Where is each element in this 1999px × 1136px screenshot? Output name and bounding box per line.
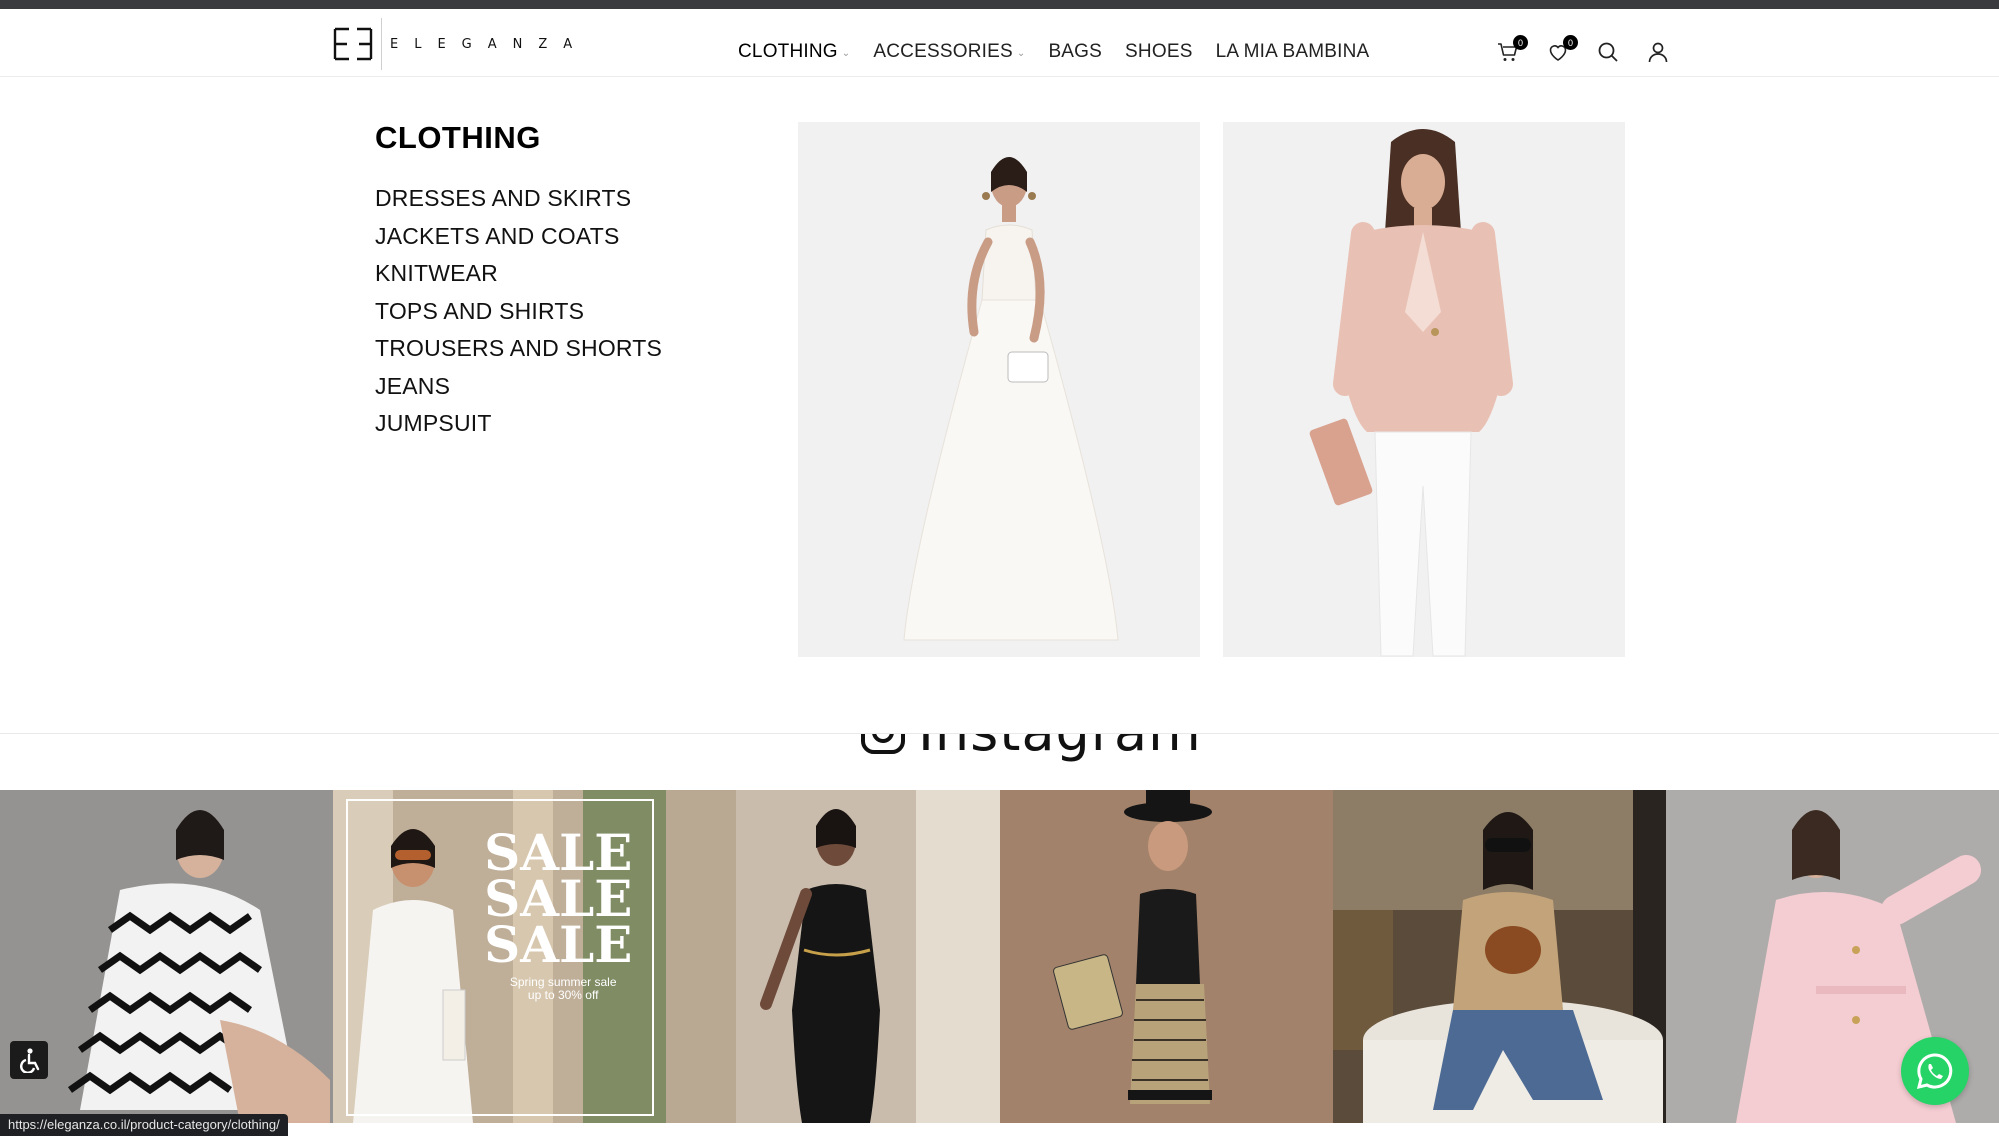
instagram-post[interactable] <box>0 790 334 1123</box>
nav-item-clothing[interactable]: CLOTHING ⌄ <box>738 41 850 63</box>
nav-item-accessories[interactable]: ACCESSORIES ⌄ <box>873 41 1025 63</box>
chevron-down-icon: ⌄ <box>1016 47 1026 59</box>
browser-status-url: https://eleganza.co.il/product-category/… <box>0 1114 288 1136</box>
nav-label: CLOTHING <box>738 41 838 62</box>
site-logo[interactable]: ELEGANZA <box>333 18 589 70</box>
mega-menu-item-trousers-and-shorts[interactable]: TROUSERS AND SHORTS <box>375 330 662 368</box>
instagram-post-image <box>1332 790 1666 1123</box>
accessibility-button[interactable] <box>10 1041 48 1079</box>
nav-label: BAGS <box>1048 41 1103 62</box>
instagram-gallery: SALE SALE SALE Spring summer sale up to … <box>0 790 1999 1123</box>
instagram-post-image <box>666 790 1000 1123</box>
model-white-gown-image <box>798 122 1200 657</box>
nav-label: LA MIA BAMBINA <box>1215 41 1370 62</box>
sale-sub-line: up to 30% off <box>527 988 599 1002</box>
mega-menu-item-tops-and-shirts[interactable]: TOPS AND SHIRTS <box>375 293 662 331</box>
chevron-down-icon: ⌄ <box>841 47 851 59</box>
instagram-post[interactable] <box>1332 790 1666 1123</box>
instagram-post[interactable] <box>999 790 1333 1123</box>
whatsapp-chat-button[interactable] <box>1901 1037 1969 1105</box>
whatsapp-icon <box>1916 1053 1953 1090</box>
instagram-post[interactable] <box>666 790 1000 1123</box>
model-tweed-jacket-image <box>1223 122 1625 657</box>
mega-menu-list: DRESSES AND SKIRTS JACKETS AND COATS KNI… <box>375 180 662 443</box>
nav-item-la-mia-bambina[interactable]: LA MIA BAMBINA <box>1216 41 1370 63</box>
account-button[interactable] <box>1644 38 1672 66</box>
wishlist-button[interactable]: 0 <box>1544 35 1578 66</box>
site-header: ELEGANZA CLOTHING ⌄ ACCESSORIES ⌄ BAGS S… <box>0 9 1999 77</box>
nav-item-shoes[interactable]: SHOES <box>1125 41 1193 63</box>
promo-image-tweed-jacket[interactable] <box>1223 122 1625 657</box>
browser-top-strip <box>0 0 1999 9</box>
logo-mark-icon <box>333 27 373 61</box>
cart-count-badge: 0 <box>1513 35 1528 50</box>
main-nav: CLOTHING ⌄ ACCESSORIES ⌄ BAGS SHOES LA M… <box>738 18 1369 86</box>
sale-banner-text: SALE SALE SALE <box>484 828 633 974</box>
accessibility-icon <box>20 1048 40 1073</box>
mega-menu-item-dresses-and-skirts[interactable]: DRESSES AND SKIRTS <box>375 180 662 218</box>
sale-subtext: Spring summer sale up to 30% off <box>503 976 623 1002</box>
search-button[interactable] <box>1594 38 1622 66</box>
sale-line: SALE <box>484 915 633 974</box>
wishlist-count-badge: 0 <box>1563 35 1578 50</box>
nav-label: ACCESSORIES <box>873 41 1013 62</box>
header-icons: 0 0 <box>1494 18 1672 86</box>
promo-image-gown[interactable] <box>798 122 1200 657</box>
mega-menu-item-knitwear[interactable]: KNITWEAR <box>375 255 662 293</box>
instagram-post-sale[interactable]: SALE SALE SALE Spring summer sale up to … <box>333 790 667 1123</box>
mega-menu-title[interactable]: CLOTHING <box>375 120 541 156</box>
instagram-post-image <box>0 790 334 1123</box>
mega-menu-item-jackets-and-coats[interactable]: JACKETS AND COATS <box>375 218 662 256</box>
mega-menu-item-jeans[interactable]: JEANS <box>375 368 662 406</box>
clothing-mega-menu: CLOTHING DRESSES AND SKIRTS JACKETS AND … <box>0 77 1999 734</box>
mega-menu-item-jumpsuit[interactable]: JUMPSUIT <box>375 405 662 443</box>
logo-divider <box>381 18 382 70</box>
instagram-post-image <box>999 790 1333 1123</box>
nav-label: SHOES <box>1125 41 1193 62</box>
search-icon <box>1598 42 1618 62</box>
logo-text: ELEGANZA <box>390 36 589 52</box>
user-icon <box>1648 42 1668 63</box>
cart-button[interactable]: 0 <box>1494 35 1528 66</box>
nav-item-bags[interactable]: BAGS <box>1048 41 1102 63</box>
